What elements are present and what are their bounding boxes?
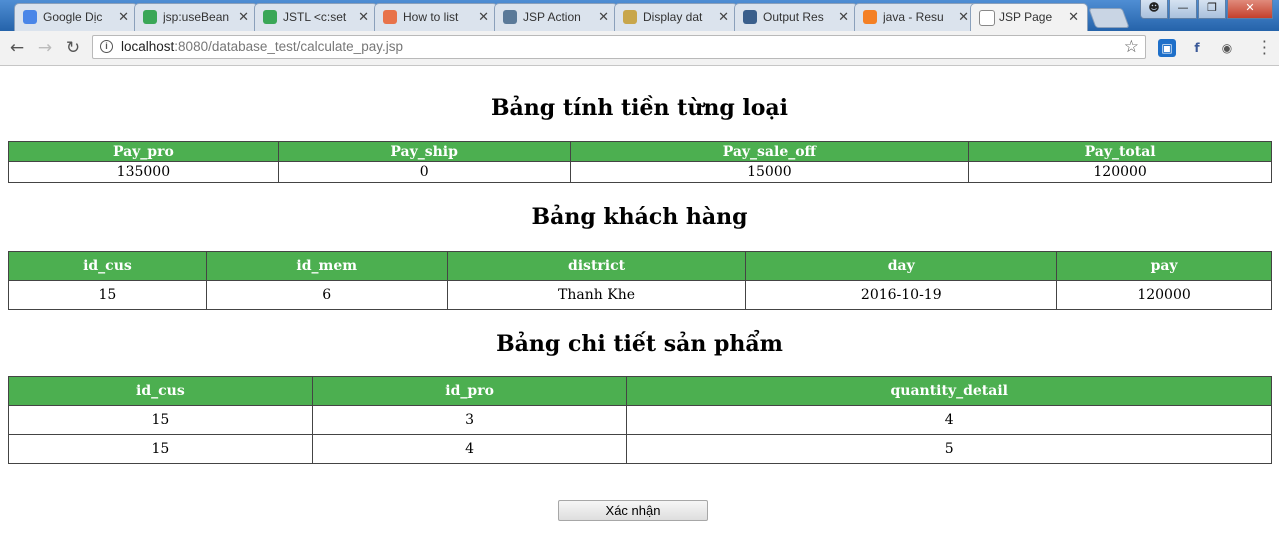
table-row: 15 6 Thanh Khe 2016-10-19 120000 [8,280,1272,310]
tab-title: JSP Action [523,10,581,24]
column-header: Pay_total [968,141,1272,162]
google-translate-icon [23,10,37,24]
column-header: day [745,251,1058,281]
tab-close-icon[interactable]: ✕ [598,9,609,25]
minimize-button[interactable]: — [1169,0,1197,19]
tab-title: Output Res [763,10,824,24]
table-row: 135000 0 15000 120000 [8,161,1272,183]
table-cell: 135000 [8,161,279,183]
customer-table: id_cus id_mem district day pay 15 6 Than… [8,251,1272,310]
tab-close-icon[interactable]: ✕ [238,9,249,25]
close-window-button[interactable]: ✕ [1227,0,1273,19]
column-header: pay [1056,251,1272,281]
table-cell: Thanh Khe [446,280,747,310]
browser-tab[interactable]: Google Dịc ✕ [14,3,138,31]
page-content: Bảng tính tiền từng loại Pay_pro Pay_shi… [0,66,1279,549]
facebook-extension-icon[interactable]: f [1188,39,1206,57]
table-cell: 4 [311,434,628,464]
table-icon [743,10,757,24]
browser-tab[interactable]: JSP Action ✕ [494,3,618,31]
table-cell: 120000 [1056,280,1272,310]
pay-table-heading: Bảng tính tiền từng loại [490,95,789,121]
window-controls: ☻ — ❐ ✕ [1140,0,1273,20]
table-row: 15 4 5 [8,434,1272,464]
new-tab-button[interactable] [1088,8,1130,28]
url-host: localhost [121,39,175,54]
tab-close-icon[interactable]: ✕ [838,9,849,25]
maximize-button[interactable]: ❐ [1198,0,1226,19]
column-header: Pay_sale_off [569,141,970,162]
table-cell: 3 [311,405,628,435]
column-header: quantity_detail [626,376,1272,406]
b-icon [263,10,277,24]
table-cell: 5 [626,434,1272,464]
menu-icon[interactable]: · · · [1262,34,1267,62]
table-cell: 15 [8,434,313,464]
b-icon [143,10,157,24]
browser-tab[interactable]: Output Res ✕ [734,3,858,31]
table-cell: 15000 [569,161,970,183]
tab-title: java - Resu [883,10,944,24]
column-header: Pay_ship [277,141,571,162]
table-cell: 4 [626,405,1272,435]
column-header: district [446,251,747,281]
tab-strip: Google Dịc ✕ jsp:useBean ✕ JSTL <c:set ✕ How t… [0,0,1279,31]
pay-table: Pay_pro Pay_ship Pay_sale_off Pay_total … [8,141,1272,183]
table-cell: 2016-10-19 [745,280,1058,310]
table-cell: 0 [277,161,571,183]
product-detail-table-heading: Bảng chi tiết sản phẩm [496,331,783,357]
stackoverflow-icon [863,10,877,24]
tab-close-icon[interactable]: ✕ [478,9,489,25]
confirm-button[interactable]: Xác nhận [558,500,708,521]
tab-title: JSTL <c:set [283,10,347,24]
eye-extension-icon[interactable]: ◉ [1218,39,1236,57]
browser-tab[interactable]: Display dat ✕ [614,3,738,31]
browser-tab[interactable]: java - Resu ✕ [854,3,978,31]
url-path: :8080/database_test/calculate_pay.jsp [174,39,403,54]
tab-title: jsp:useBean [163,10,230,24]
forward-icon[interactable]: → [34,37,56,59]
extension-icon[interactable]: ▣ [1158,39,1176,57]
address-bar[interactable]: i localhost:8080/database_test/calculate… [92,35,1146,59]
tab-close-icon[interactable]: ✕ [118,9,129,25]
customer-table-heading: Bảng khách hàng [531,204,748,230]
column-header: id_mem [205,251,448,281]
horseshoe-icon [623,10,637,24]
back-icon[interactable]: ← [6,37,28,59]
reload-icon[interactable]: ↻ [62,37,84,59]
table-cell: 15 [8,280,207,310]
bookmark-star-icon[interactable]: ☆ [1124,37,1139,57]
browser-toolbar: ← → ↻ i localhost:8080/database_test/cal… [0,31,1279,66]
browser-tab[interactable]: JSP Page ✕ [970,3,1088,31]
tab-title: Google Dịc [43,10,103,24]
browser-tab[interactable]: How to list ✕ [374,3,498,31]
j-icon [383,10,397,24]
browser-tab[interactable]: JSTL <c:set ✕ [254,3,378,31]
tab-title: JSP Page [999,10,1053,24]
tab-title: How to list [403,10,459,24]
product-detail-table: id_cus id_pro quantity_detail 15 3 4 15 … [8,376,1272,464]
tab-close-icon[interactable]: ✕ [358,9,369,25]
user-profile-icon[interactable]: ☻ [1140,0,1168,19]
tab-close-icon[interactable]: ✕ [958,9,969,25]
url-text[interactable]: localhost:8080/database_test/calculate_p… [121,39,403,54]
diamond-icon [503,10,517,24]
tab-close-icon[interactable]: ✕ [1068,9,1079,25]
table-cell: 15 [8,405,313,435]
info-icon[interactable]: i [100,40,113,53]
column-header: id_cus [8,376,313,406]
column-header: id_cus [8,251,207,281]
table-cell: 120000 [968,161,1272,183]
tab-title: Display dat [643,10,703,24]
table-row: 15 3 4 [8,405,1272,435]
tab-close-icon[interactable]: ✕ [718,9,729,25]
column-header: id_pro [311,376,628,406]
column-header: Pay_pro [8,141,279,162]
page-icon [979,10,995,26]
browser-tab[interactable]: jsp:useBean ✕ [134,3,258,31]
table-cell: 6 [205,280,448,310]
